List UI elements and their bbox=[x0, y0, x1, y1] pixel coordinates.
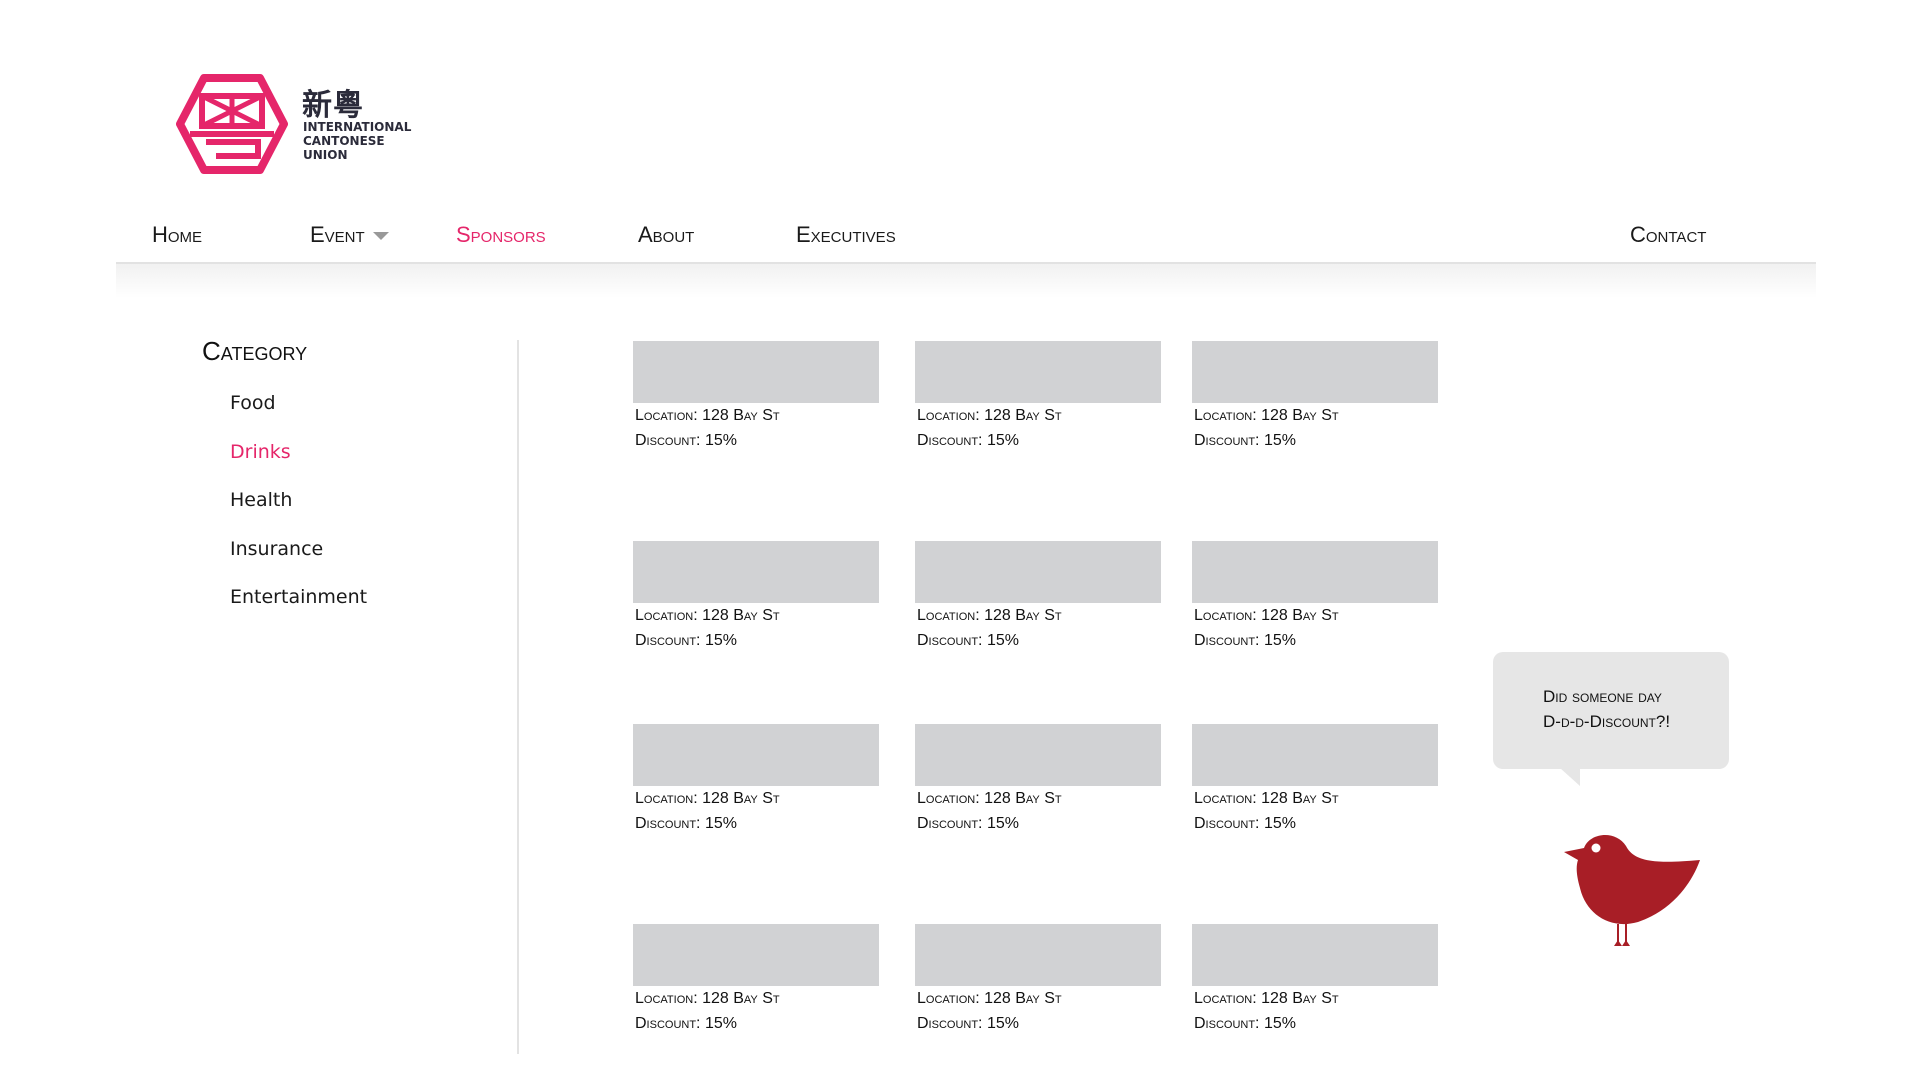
sponsor-location: Location: 128 Bay St bbox=[1194, 407, 1339, 424]
nav-home[interactable]: Home bbox=[152, 222, 202, 248]
speech-bubble-tail bbox=[1560, 768, 1580, 786]
sponsor-location: Location: 128 Bay St bbox=[1194, 990, 1339, 1007]
sponsor-image-placeholder bbox=[1192, 341, 1438, 403]
logo-emblem-icon bbox=[176, 74, 288, 174]
sponsor-card[interactable]: Location: 128 Bay St Discount: 15% bbox=[1192, 724, 1438, 836]
sponsor-card[interactable]: Location: 128 Bay St Discount: 15% bbox=[915, 541, 1161, 653]
sponsor-discount: Discount: 15% bbox=[1194, 815, 1296, 832]
site-logo[interactable]: 新粵 INTERNATIONAL CANTONESE UNION bbox=[176, 74, 416, 174]
sponsor-image-placeholder bbox=[915, 724, 1161, 786]
speech-line: D-d-d-Discount?! bbox=[1543, 712, 1671, 731]
sponsor-card[interactable]: Location: 128 Bay St Discount: 15% bbox=[633, 541, 879, 653]
nav-about[interactable]: About bbox=[638, 222, 694, 248]
sponsor-card[interactable]: Location: 128 Bay St Discount: 15% bbox=[1192, 341, 1438, 453]
nav-event-label: Event bbox=[310, 222, 365, 247]
sponsor-image-placeholder bbox=[633, 541, 879, 603]
sponsor-discount: Discount: 15% bbox=[635, 815, 737, 832]
sponsor-image-placeholder bbox=[633, 341, 879, 403]
nav-executives[interactable]: Executives bbox=[796, 222, 896, 248]
category-item-health[interactable]: Health bbox=[230, 489, 367, 538]
logo-chinese-text: 新粵 bbox=[302, 88, 364, 123]
chevron-down-icon bbox=[372, 232, 389, 241]
speech-line: Did someone day bbox=[1543, 687, 1662, 706]
sponsor-image-placeholder bbox=[915, 341, 1161, 403]
category-list: Food Drinks Health Insurance Entertainme… bbox=[230, 392, 367, 635]
nav-event[interactable]: Event bbox=[310, 222, 389, 248]
logo-english-text: INTERNATIONAL CANTONESE UNION bbox=[303, 120, 411, 162]
sponsor-location: Location: 128 Bay St bbox=[917, 790, 1062, 807]
sponsor-card[interactable]: Location: 128 Bay St Discount: 15% bbox=[915, 924, 1161, 1036]
sponsor-location: Location: 128 Bay St bbox=[635, 790, 780, 807]
sponsor-location: Location: 128 Bay St bbox=[917, 407, 1062, 424]
sponsor-card[interactable]: Location: 128 Bay St Discount: 15% bbox=[1192, 924, 1438, 1036]
category-item-food[interactable]: Food bbox=[230, 392, 367, 441]
sponsor-image-placeholder bbox=[915, 541, 1161, 603]
sponsor-discount: Discount: 15% bbox=[1194, 1015, 1296, 1032]
nav-contact[interactable]: Contact bbox=[1630, 222, 1706, 248]
sponsor-card[interactable]: Location: 128 Bay St Discount: 15% bbox=[633, 924, 879, 1036]
sponsor-card[interactable]: Location: 128 Bay St Discount: 15% bbox=[915, 341, 1161, 453]
sponsor-discount: Discount: 15% bbox=[917, 632, 1019, 649]
sponsor-discount: Discount: 15% bbox=[635, 632, 737, 649]
sponsor-image-placeholder bbox=[633, 924, 879, 986]
sponsor-location: Location: 128 Bay St bbox=[1194, 607, 1339, 624]
page: 新粵 INTERNATIONAL CANTONESE UNION Home Ev… bbox=[0, 0, 1920, 1080]
sponsor-discount: Discount: 15% bbox=[1194, 632, 1296, 649]
bird-mascot-icon bbox=[1564, 834, 1700, 946]
sponsor-location: Location: 128 Bay St bbox=[917, 607, 1062, 624]
sponsor-location: Location: 128 Bay St bbox=[1194, 790, 1339, 807]
sponsor-card[interactable]: Location: 128 Bay St Discount: 15% bbox=[915, 724, 1161, 836]
category-title: Category bbox=[202, 336, 308, 366]
sponsor-image-placeholder bbox=[915, 924, 1161, 986]
sponsor-card[interactable]: Location: 128 Bay St Discount: 15% bbox=[633, 724, 879, 836]
sponsor-discount: Discount: 15% bbox=[917, 815, 1019, 832]
main-nav: Home Event Sponsors About Executives Con… bbox=[116, 208, 1816, 264]
sponsor-card[interactable]: Location: 128 Bay St Discount: 15% bbox=[1192, 541, 1438, 653]
sponsor-image-placeholder bbox=[1192, 724, 1438, 786]
sponsor-location: Location: 128 Bay St bbox=[635, 990, 780, 1007]
category-item-insurance[interactable]: Insurance bbox=[230, 538, 367, 587]
logo-line: UNION bbox=[303, 148, 348, 162]
speech-bubble: Did someone day D-d-d-Discount?! bbox=[1493, 652, 1729, 769]
sidebar-divider bbox=[517, 340, 519, 1054]
sponsor-card[interactable]: Location: 128 Bay St Discount: 15% bbox=[633, 341, 879, 453]
sponsor-location: Location: 128 Bay St bbox=[635, 607, 780, 624]
speech-bubble-text: Did someone day D-d-d-Discount?! bbox=[1543, 684, 1670, 734]
sponsor-image-placeholder bbox=[1192, 541, 1438, 603]
category-item-entertainment[interactable]: Entertainment bbox=[230, 586, 367, 635]
category-item-drinks[interactable]: Drinks bbox=[230, 441, 367, 490]
nav-divider bbox=[116, 262, 1816, 298]
sponsor-location: Location: 128 Bay St bbox=[635, 407, 780, 424]
logo-line: INTERNATIONAL bbox=[303, 120, 412, 134]
logo-line: CANTONESE bbox=[303, 134, 385, 148]
sponsor-discount: Discount: 15% bbox=[635, 432, 737, 449]
sponsor-discount: Discount: 15% bbox=[917, 432, 1019, 449]
sponsor-location: Location: 128 Bay St bbox=[917, 990, 1062, 1007]
sponsor-discount: Discount: 15% bbox=[917, 1015, 1019, 1032]
nav-sponsors[interactable]: Sponsors bbox=[456, 222, 546, 248]
sponsor-discount: Discount: 15% bbox=[635, 1015, 737, 1032]
sponsor-image-placeholder bbox=[633, 724, 879, 786]
sponsor-discount: Discount: 15% bbox=[1194, 432, 1296, 449]
sponsor-image-placeholder bbox=[1192, 924, 1438, 986]
